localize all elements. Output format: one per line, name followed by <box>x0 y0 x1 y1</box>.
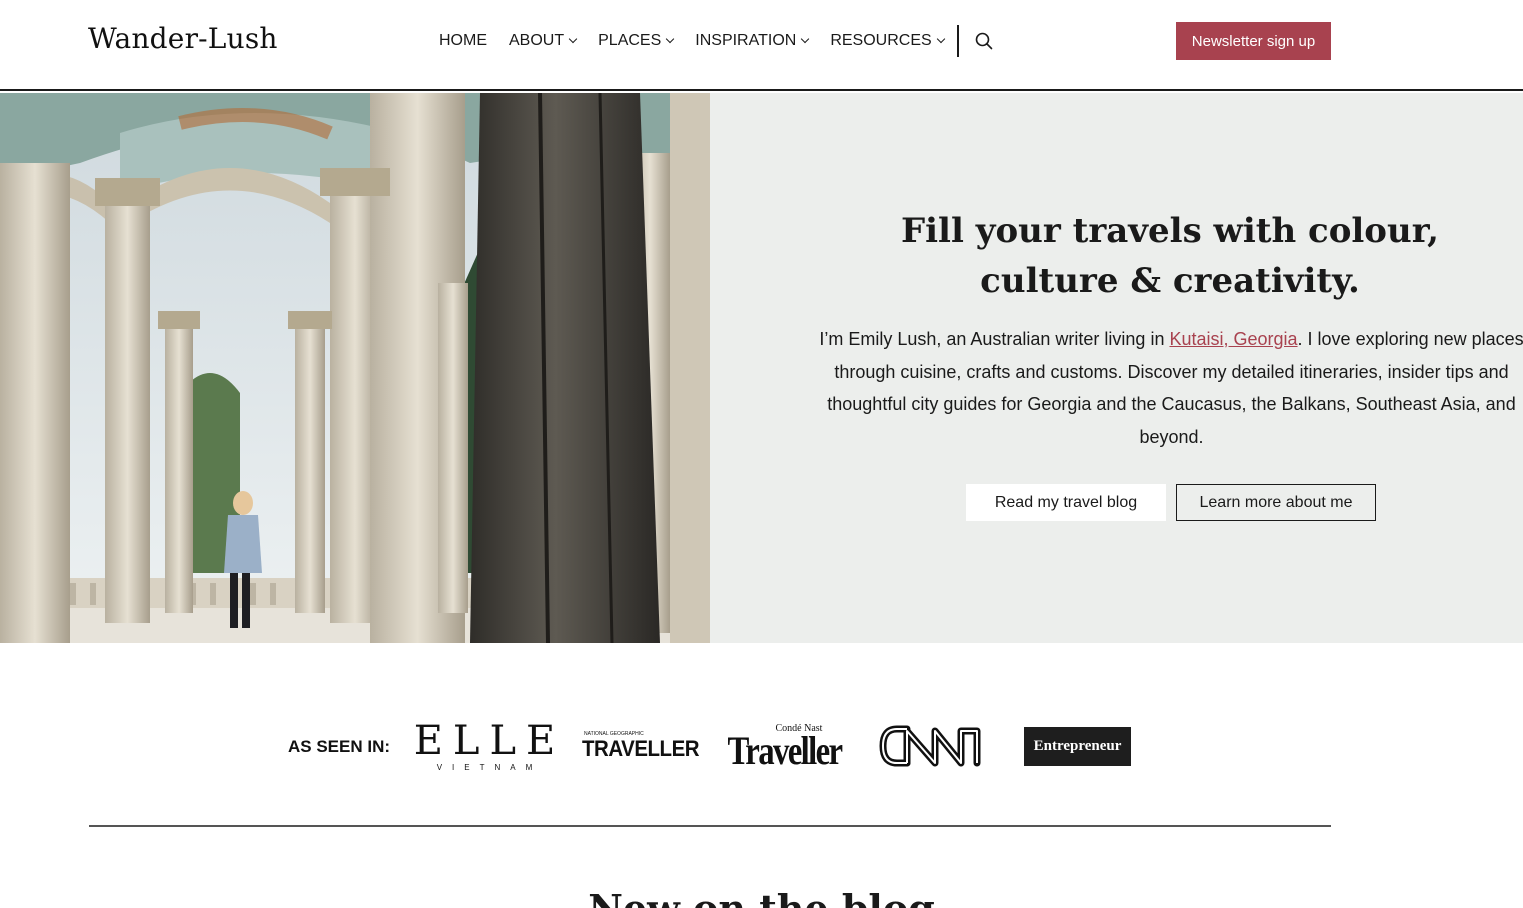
section-divider <box>89 825 1331 827</box>
chevron-down-icon <box>936 34 945 44</box>
nav-item-about[interactable]: ABOUT <box>509 32 578 50</box>
conde-wordmark: Traveller <box>727 727 843 773</box>
cnn-wordmark-graphic <box>879 725 981 767</box>
nav-item-label: ABOUT <box>509 32 565 49</box>
cnn-logo <box>876 720 986 772</box>
nav-item-label: INSPIRATION <box>695 32 797 49</box>
site-header: Wander-Lush HOME ABOUT PLACES INSPIRATIO… <box>0 0 1523 91</box>
nav-item-label: RESOURCES <box>830 32 932 49</box>
chevron-down-icon <box>568 34 578 44</box>
learn-more-about-me-button[interactable]: Learn more about me <box>1176 484 1376 521</box>
elle-subtitle: VIETNAM <box>436 762 543 772</box>
blog-section-heading: New on the blog <box>0 884 1523 908</box>
conde-nast-traveller-logo: Condé Nast Traveller <box>727 720 843 773</box>
intro-text-part: I’m Emily Lush, an Australian writer liv… <box>819 329 1170 349</box>
nav-item-label: PLACES <box>598 32 662 49</box>
search-icon <box>975 32 993 50</box>
nav-item-label: HOME <box>439 32 487 49</box>
natgeo-traveller-logo: NATIONAL GEOGRAPHIC TRAVELLER <box>582 720 700 772</box>
hero-photo <box>0 93 710 643</box>
nav-divider <box>957 25 959 57</box>
hero-intro-panel: Fill your travels with colour, culture &… <box>710 93 1523 643</box>
site-logo[interactable]: Wander-Lush <box>88 22 278 55</box>
entrepreneur-logo: Entrepreneur <box>1024 727 1131 766</box>
nav-item-inspiration[interactable]: INSPIRATION <box>695 32 810 50</box>
elle-wordmark: ELLE <box>413 717 566 764</box>
as-seen-in-label: AS SEEN IN: <box>288 737 391 756</box>
search-button[interactable] <box>974 31 994 51</box>
hero-title: Fill your travels with colour, culture &… <box>901 211 1439 301</box>
nav-item-places[interactable]: PLACES <box>598 32 675 50</box>
chevron-down-icon <box>801 34 810 44</box>
natgeo-wordmark: TRAVELLER <box>582 735 700 761</box>
hero-section: Fill your travels with colour, culture &… <box>0 93 1523 643</box>
nav-item-home[interactable]: HOME <box>439 32 487 50</box>
hero-intro-text: I’m Emily Lush, an Australian writer liv… <box>813 323 1523 453</box>
newsletter-signup-button[interactable]: Newsletter sign up <box>1176 22 1331 60</box>
main-nav: HOME ABOUT PLACES INSPIRATION RESOURCES <box>439 30 966 52</box>
read-travel-blog-button[interactable]: Read my travel blog <box>966 484 1166 521</box>
nav-item-resources[interactable]: RESOURCES <box>830 32 945 50</box>
kutaisi-georgia-link[interactable]: Kutaisi, Georgia <box>1169 329 1297 349</box>
colonnade-photo <box>0 93 710 643</box>
elle-vietnam-logo: ELLE VIETNAM <box>414 720 556 772</box>
chevron-down-icon <box>666 34 675 44</box>
